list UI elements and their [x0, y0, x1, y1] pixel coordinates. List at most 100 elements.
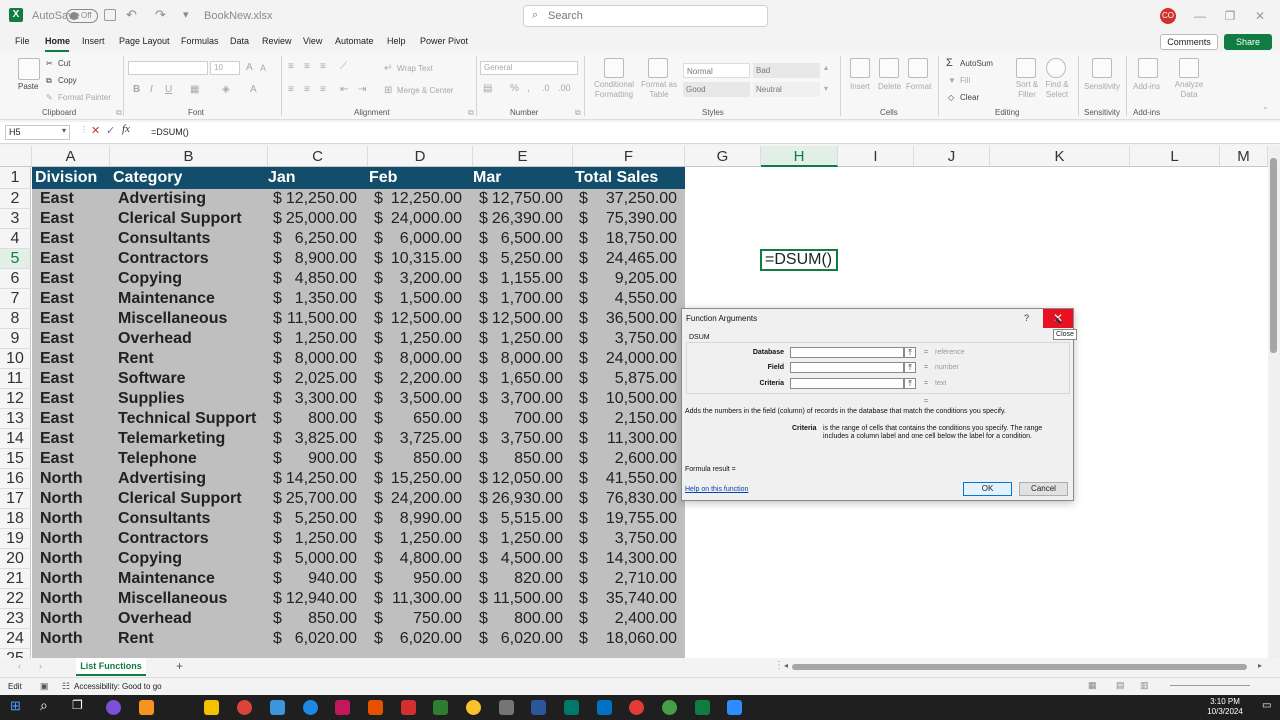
alignment-dialog-launcher-icon[interactable]: ⧉: [468, 108, 474, 118]
total-sales-cell[interactable]: 18,060.00: [597, 629, 677, 649]
sensitivity-button-label[interactable]: Sensitivity: [1084, 82, 1120, 91]
tab-home[interactable]: Home: [45, 36, 70, 46]
row-header[interactable]: 20: [0, 549, 31, 569]
month-value-cell[interactable]: 26,390.00: [483, 209, 563, 229]
month-value-cell[interactable]: 24,200.00: [382, 489, 462, 509]
tab-file[interactable]: File: [15, 36, 30, 46]
percent-style-icon[interactable]: %: [510, 83, 519, 94]
analyze-data-icon[interactable]: [1179, 58, 1199, 78]
paste-label[interactable]: Paste: [18, 82, 38, 91]
category-cell[interactable]: Clerical Support: [118, 209, 268, 229]
wrap-text-label[interactable]: Wrap Text: [397, 64, 433, 73]
row-header[interactable]: 16: [0, 469, 31, 489]
category-cell[interactable]: Overhead: [118, 329, 268, 349]
month-value-cell[interactable]: 12,250.00: [382, 189, 462, 209]
month-value-cell[interactable]: 8,990.00: [382, 509, 462, 529]
category-cell[interactable]: Contractors: [118, 249, 268, 269]
total-sales-cell[interactable]: 11,300.00: [597, 429, 677, 449]
row-header[interactable]: 18: [0, 509, 31, 529]
taskbar-clock[interactable]: 3:10 PM 10/3/2024: [1200, 697, 1250, 717]
month-value-cell[interactable]: 15,250.00: [382, 469, 462, 489]
tab-insert[interactable]: Insert: [82, 36, 105, 46]
customize-qat-icon[interactable]: ▾: [183, 8, 189, 21]
row-header[interactable]: 10: [0, 349, 31, 369]
accessibility-icon[interactable]: ☷: [62, 681, 70, 692]
copy-icon[interactable]: ⧉: [46, 76, 52, 86]
row-header[interactable]: 22: [0, 589, 31, 609]
delete-cells-icon[interactable]: [879, 58, 899, 78]
total-sales-cell[interactable]: 9,205.00: [597, 269, 677, 289]
number-dialog-launcher-icon[interactable]: ⧉: [575, 108, 581, 118]
total-sales-cell[interactable]: 36,500.00: [597, 309, 677, 329]
total-sales-cell[interactable]: 19,755.00: [597, 509, 677, 529]
month-value-cell[interactable]: 5,000.00: [277, 549, 357, 569]
category-cell[interactable]: Telephone: [118, 449, 268, 469]
styles-more-icon[interactable]: ▾: [824, 84, 828, 93]
month-value-cell[interactable]: 8,000.00: [483, 349, 563, 369]
style-normal[interactable]: Normal: [683, 63, 750, 78]
tab-view[interactable]: View: [303, 36, 322, 46]
category-cell[interactable]: Copying: [118, 269, 268, 289]
month-value-cell[interactable]: 5,515.00: [483, 509, 563, 529]
month-value-cell[interactable]: 6,000.00: [382, 229, 462, 249]
month-value-cell[interactable]: 940.00: [277, 569, 357, 589]
month-value-cell[interactable]: 850.00: [277, 609, 357, 629]
search-box[interactable]: ⌕: [523, 5, 768, 27]
division-cell[interactable]: North: [40, 609, 110, 629]
category-cell[interactable]: Consultants: [118, 229, 268, 249]
format-painter-icon[interactable]: ✎: [46, 93, 53, 102]
app-icon[interactable]: [368, 700, 383, 715]
month-value-cell[interactable]: 1,350.00: [277, 289, 357, 309]
month-value-cell[interactable]: 25,000.00: [277, 209, 357, 229]
month-value-cell[interactable]: 1,250.00: [277, 329, 357, 349]
normal-view-icon[interactable]: ▦: [1088, 680, 1097, 691]
decrease-decimal-icon[interactable]: .00: [558, 83, 571, 93]
month-value-cell[interactable]: 2,200.00: [382, 369, 462, 389]
minimize-icon[interactable]: —: [1190, 6, 1210, 26]
column-header-d[interactable]: D: [368, 146, 473, 167]
month-value-cell[interactable]: 3,300.00: [277, 389, 357, 409]
month-value-cell[interactable]: 6,020.00: [382, 629, 462, 649]
month-value-cell[interactable]: 6,020.00: [483, 629, 563, 649]
dialog-help-icon[interactable]: ?: [1024, 313, 1029, 323]
row-header[interactable]: 15: [0, 449, 31, 469]
hscroll-options-icon[interactable]: ⋮: [774, 660, 784, 671]
division-cell[interactable]: North: [40, 529, 110, 549]
align-left-icon[interactable]: ≡: [288, 84, 294, 95]
month-value-cell[interactable]: 1,250.00: [483, 529, 563, 549]
month-value-cell[interactable]: 8,000.00: [277, 349, 357, 369]
month-value-cell[interactable]: 12,500.00: [382, 309, 462, 329]
arg-collapse-database-icon[interactable]: ⤒: [904, 347, 916, 358]
month-value-cell[interactable]: 700.00: [483, 409, 563, 429]
division-cell[interactable]: East: [40, 189, 110, 209]
sort-filter-label[interactable]: Sort & Filter: [1010, 80, 1044, 100]
sheet-next-icon[interactable]: ›: [39, 661, 42, 671]
month-value-cell[interactable]: 1,155.00: [483, 269, 563, 289]
month-value-cell[interactable]: 12,750.00: [483, 189, 563, 209]
month-value-cell[interactable]: 1,250.00: [382, 329, 462, 349]
acrobat-icon[interactable]: [401, 700, 416, 715]
division-cell[interactable]: East: [40, 409, 110, 429]
category-cell[interactable]: Software: [118, 369, 268, 389]
row-header[interactable]: 13: [0, 409, 31, 429]
total-sales-cell[interactable]: 14,300.00: [597, 549, 677, 569]
month-value-cell[interactable]: 800.00: [277, 409, 357, 429]
page-break-view-icon[interactable]: ▥: [1140, 680, 1149, 691]
dialog-cancel-button[interactable]: Cancel: [1019, 482, 1068, 496]
total-sales-cell[interactable]: 3,750.00: [597, 329, 677, 349]
month-value-cell[interactable]: 8,000.00: [382, 349, 462, 369]
hscroll-right-icon[interactable]: ▸: [1258, 661, 1262, 670]
arg-input-criteria[interactable]: [790, 378, 904, 389]
find-select-icon[interactable]: [1046, 58, 1066, 78]
add-ins-icon[interactable]: [1138, 58, 1158, 78]
format-as-table-label[interactable]: Format as Table: [640, 80, 678, 100]
tab-page-layout[interactable]: Page Layout: [119, 36, 170, 46]
insert-function-icon[interactable]: fx: [122, 123, 130, 135]
page-layout-view-icon[interactable]: ▤: [1116, 680, 1125, 691]
increase-font-icon[interactable]: A: [246, 62, 253, 73]
division-cell[interactable]: East: [40, 449, 110, 469]
month-value-cell[interactable]: 950.00: [382, 569, 462, 589]
division-cell[interactable]: North: [40, 569, 110, 589]
edge-icon[interactable]: [303, 700, 318, 715]
dialog-ok-button[interactable]: OK: [963, 482, 1012, 496]
